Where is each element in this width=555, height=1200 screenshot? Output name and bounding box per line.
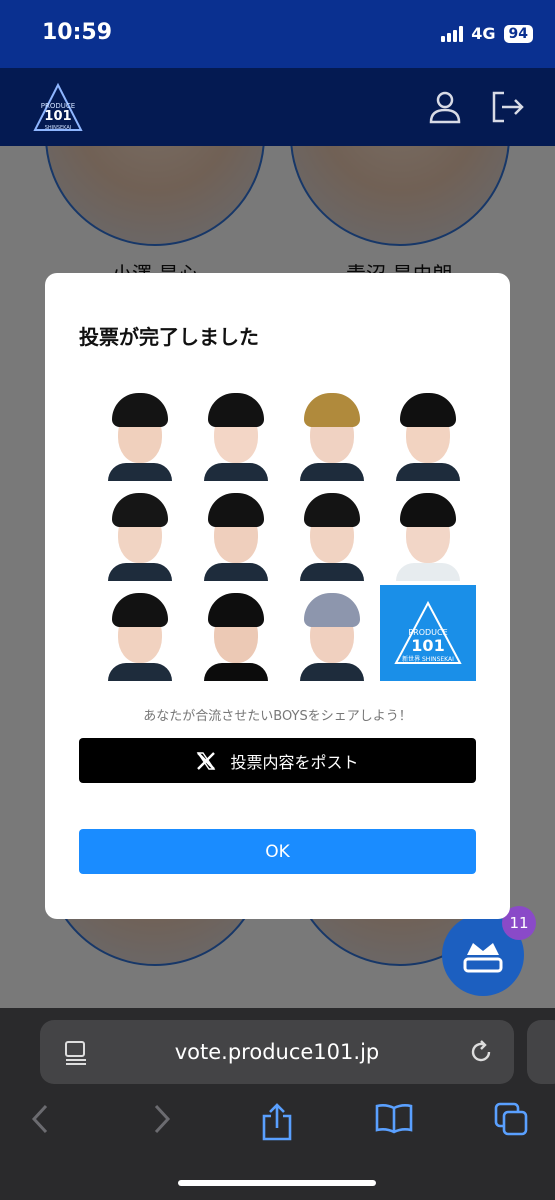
modal-title: 投票が完了しました [79, 325, 259, 349]
back-icon[interactable] [28, 1102, 54, 1136]
svg-text:101: 101 [411, 636, 444, 655]
member-photo [92, 385, 188, 481]
member-photo [284, 385, 380, 481]
post-to-x-button[interactable]: 投票内容をポスト [79, 738, 476, 783]
svg-text:新世界 SHINSEKAI: 新世界 SHINSEKAI [402, 655, 454, 663]
next-tab-peek[interactable] [527, 1020, 555, 1084]
network-label: 4G [471, 24, 496, 43]
ok-button[interactable]: OK [79, 829, 476, 874]
home-indicator [178, 1180, 376, 1186]
member-photo [380, 385, 476, 481]
svg-text:101: 101 [44, 109, 71, 124]
member-photo [284, 585, 380, 681]
crown-icon [463, 943, 503, 973]
signal-icon [441, 25, 464, 42]
svg-text:SHINSEKAI: SHINSEKAI [45, 125, 72, 131]
browser-bottom-bar: vote.produce101.jp [0, 1008, 555, 1200]
status-time: 10:59 [42, 20, 113, 45]
status-bar: 10:59 4G 94 [0, 0, 555, 68]
member-photo [188, 585, 284, 681]
logout-icon[interactable] [488, 88, 526, 126]
x-logo-icon [197, 751, 216, 770]
vote-complete-modal: 投票が完了しました PRODUCE 101 新世界 SHINSEKAI あなたが合流… [45, 273, 510, 919]
post-button-label: 投票内容をポスト [230, 752, 359, 772]
share-icon[interactable] [260, 1102, 294, 1142]
address-bar[interactable]: vote.produce101.jp [40, 1020, 514, 1084]
member-photo [188, 485, 284, 581]
member-photo [284, 485, 380, 581]
member-photo [380, 485, 476, 581]
status-indicators: 4G 94 [441, 24, 533, 43]
member-photo [188, 385, 284, 481]
member-photo [92, 585, 188, 681]
selected-members-grid: PRODUCE 101 新世界 SHINSEKAI [92, 385, 476, 683]
share-prompt: あなたが合流させたいBOYSをシェアしよう！ [143, 709, 412, 724]
tabs-icon[interactable] [494, 1102, 530, 1138]
url-text: vote.produce101.jp [174, 1040, 380, 1064]
bookmarks-icon[interactable] [374, 1102, 414, 1136]
forward-icon[interactable] [148, 1102, 174, 1136]
member-photo [92, 485, 188, 581]
produce101-logo-tile: PRODUCE 101 新世界 SHINSEKAI [380, 585, 476, 681]
user-icon[interactable] [426, 88, 464, 126]
battery-icon: 94 [503, 24, 533, 43]
app-header: PRODUCE 101 SHINSEKAI [0, 68, 555, 146]
reload-icon[interactable] [468, 1039, 494, 1065]
ok-button-label: OK [265, 841, 290, 862]
produce101-logo[interactable]: PRODUCE 101 SHINSEKAI [32, 82, 84, 134]
